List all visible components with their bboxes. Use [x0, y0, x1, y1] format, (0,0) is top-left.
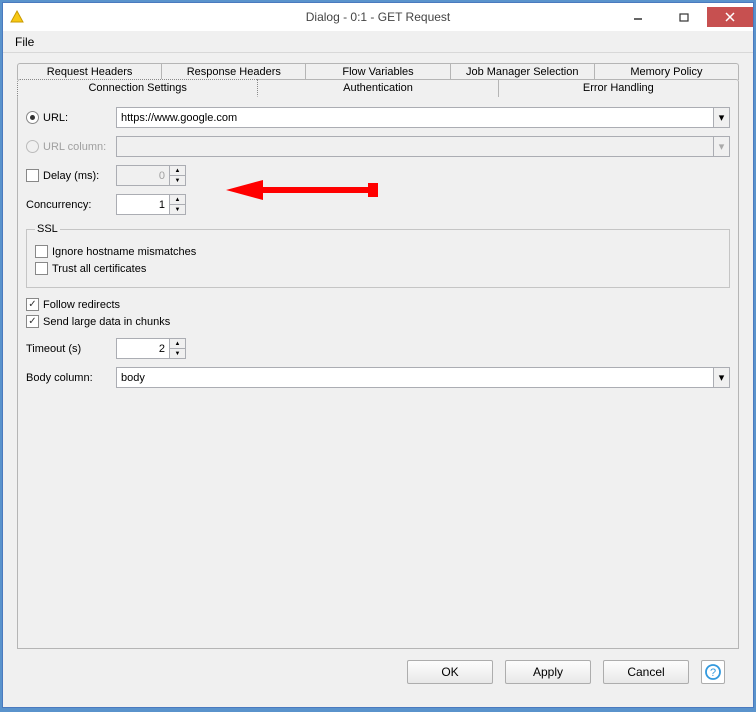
- delay-spinner: ▲ ▼: [116, 165, 186, 186]
- timeout-input[interactable]: [116, 338, 169, 359]
- timeout-spin-up[interactable]: ▲: [169, 338, 186, 348]
- concurrency-spin-down[interactable]: ▼: [169, 204, 186, 215]
- url-column-input: [116, 136, 713, 157]
- delay-spin-up: ▲: [169, 165, 186, 175]
- url-row: URL: ▾: [26, 107, 730, 128]
- body-column-row: Body column: ▾: [26, 367, 730, 388]
- trust-all-checkbox[interactable]: [35, 262, 48, 275]
- ssl-fieldset: SSL Ignore hostname mismatches Trust all…: [26, 223, 730, 288]
- content-area: Request Headers Response Headers Flow Va…: [3, 53, 753, 707]
- ignore-hostname-label: Ignore hostname mismatches: [52, 246, 196, 258]
- timeout-spin-buttons: ▲ ▼: [169, 338, 186, 359]
- concurrency-input[interactable]: [116, 194, 169, 215]
- follow-redirects-checkbox[interactable]: [26, 298, 39, 311]
- concurrency-spinner[interactable]: ▲ ▼: [116, 194, 186, 215]
- ok-button[interactable]: OK: [407, 660, 493, 684]
- delay-label-group: Delay (ms):: [26, 169, 116, 182]
- timeout-spin-down[interactable]: ▼: [169, 348, 186, 359]
- button-bar: OK Apply Cancel ?: [17, 649, 739, 695]
- concurrency-row: Concurrency: ▲ ▼: [26, 194, 730, 215]
- ignore-hostname-checkbox[interactable]: [35, 245, 48, 258]
- url-label: URL:: [43, 112, 68, 124]
- cancel-button[interactable]: Cancel: [603, 660, 689, 684]
- timeout-label: Timeout (s): [26, 343, 116, 355]
- follow-redirects-label: Follow redirects: [43, 299, 120, 311]
- tab-memory-policy[interactable]: Memory Policy: [594, 63, 739, 80]
- close-button[interactable]: [707, 7, 753, 27]
- concurrency-spin-buttons: ▲ ▼: [169, 194, 186, 215]
- url-dropdown-button[interactable]: ▾: [713, 107, 730, 128]
- trust-all-row: Trust all certificates: [35, 262, 721, 275]
- app-icon: [9, 9, 25, 25]
- url-label-group: URL:: [26, 111, 116, 124]
- url-column-dropdown-button: ▾: [713, 136, 730, 157]
- follow-redirects-row: Follow redirects: [26, 298, 730, 311]
- help-button[interactable]: ?: [701, 660, 725, 684]
- url-radio[interactable]: [26, 111, 39, 124]
- menubar: File: [3, 31, 753, 53]
- delay-row: Delay (ms): ▲ ▼: [26, 165, 730, 186]
- minimize-button[interactable]: [615, 7, 661, 27]
- tab-authentication[interactable]: Authentication: [257, 79, 498, 97]
- body-column-dropdown-button[interactable]: ▾: [713, 367, 730, 388]
- url-input[interactable]: [116, 107, 713, 128]
- send-large-checkbox[interactable]: [26, 315, 39, 328]
- menu-file[interactable]: File: [9, 33, 40, 51]
- send-large-label: Send large data in chunks: [43, 316, 170, 328]
- url-column-radio[interactable]: [26, 140, 39, 153]
- delay-label: Delay (ms):: [43, 170, 99, 182]
- concurrency-spin-up[interactable]: ▲: [169, 194, 186, 204]
- tabs-row-2: Connection Settings Authentication Error…: [17, 79, 739, 97]
- url-column-label-group: URL column:: [26, 140, 116, 153]
- tab-flow-variables[interactable]: Flow Variables: [305, 63, 450, 80]
- body-column-combo[interactable]: ▾: [116, 367, 730, 388]
- svg-text:?: ?: [710, 667, 716, 679]
- tab-connection-settings[interactable]: Connection Settings: [17, 79, 258, 97]
- help-icon: ?: [704, 663, 722, 681]
- dialog-window: Dialog - 0:1 - GET Request File Request …: [2, 2, 754, 708]
- titlebar: Dialog - 0:1 - GET Request: [3, 3, 753, 31]
- body-column-input[interactable]: [116, 367, 713, 388]
- url-column-label: URL column:: [43, 141, 106, 153]
- maximize-button[interactable]: [661, 7, 707, 27]
- body-column-label: Body column:: [26, 372, 116, 384]
- send-large-row: Send large data in chunks: [26, 315, 730, 328]
- url-combo[interactable]: ▾: [116, 107, 730, 128]
- delay-checkbox[interactable]: [26, 169, 39, 182]
- timeout-row: Timeout (s) ▲ ▼: [26, 338, 730, 359]
- url-column-row: URL column: ▾: [26, 136, 730, 157]
- url-column-combo: ▾: [116, 136, 730, 157]
- tab-response-headers[interactable]: Response Headers: [161, 63, 306, 80]
- ssl-legend: SSL: [35, 223, 60, 235]
- chevron-down-icon: ▾: [719, 371, 725, 384]
- delay-spin-down: ▼: [169, 175, 186, 186]
- concurrency-label: Concurrency:: [26, 199, 116, 211]
- tab-job-manager[interactable]: Job Manager Selection: [450, 63, 595, 80]
- chevron-down-icon: ▾: [719, 140, 725, 153]
- tab-error-handling[interactable]: Error Handling: [498, 79, 739, 97]
- chevron-down-icon: ▾: [719, 111, 725, 124]
- delay-spin-buttons: ▲ ▼: [169, 165, 186, 186]
- connection-settings-panel: URL: ▾ URL column: ▾: [17, 97, 739, 649]
- apply-button[interactable]: Apply: [505, 660, 591, 684]
- timeout-spinner[interactable]: ▲ ▼: [116, 338, 186, 359]
- delay-input: [116, 165, 169, 186]
- trust-all-label: Trust all certificates: [52, 263, 146, 275]
- window-controls: [615, 7, 753, 27]
- ignore-hostname-row: Ignore hostname mismatches: [35, 245, 721, 258]
- tabs-row-1: Request Headers Response Headers Flow Va…: [17, 63, 739, 80]
- tab-request-headers[interactable]: Request Headers: [17, 63, 162, 80]
